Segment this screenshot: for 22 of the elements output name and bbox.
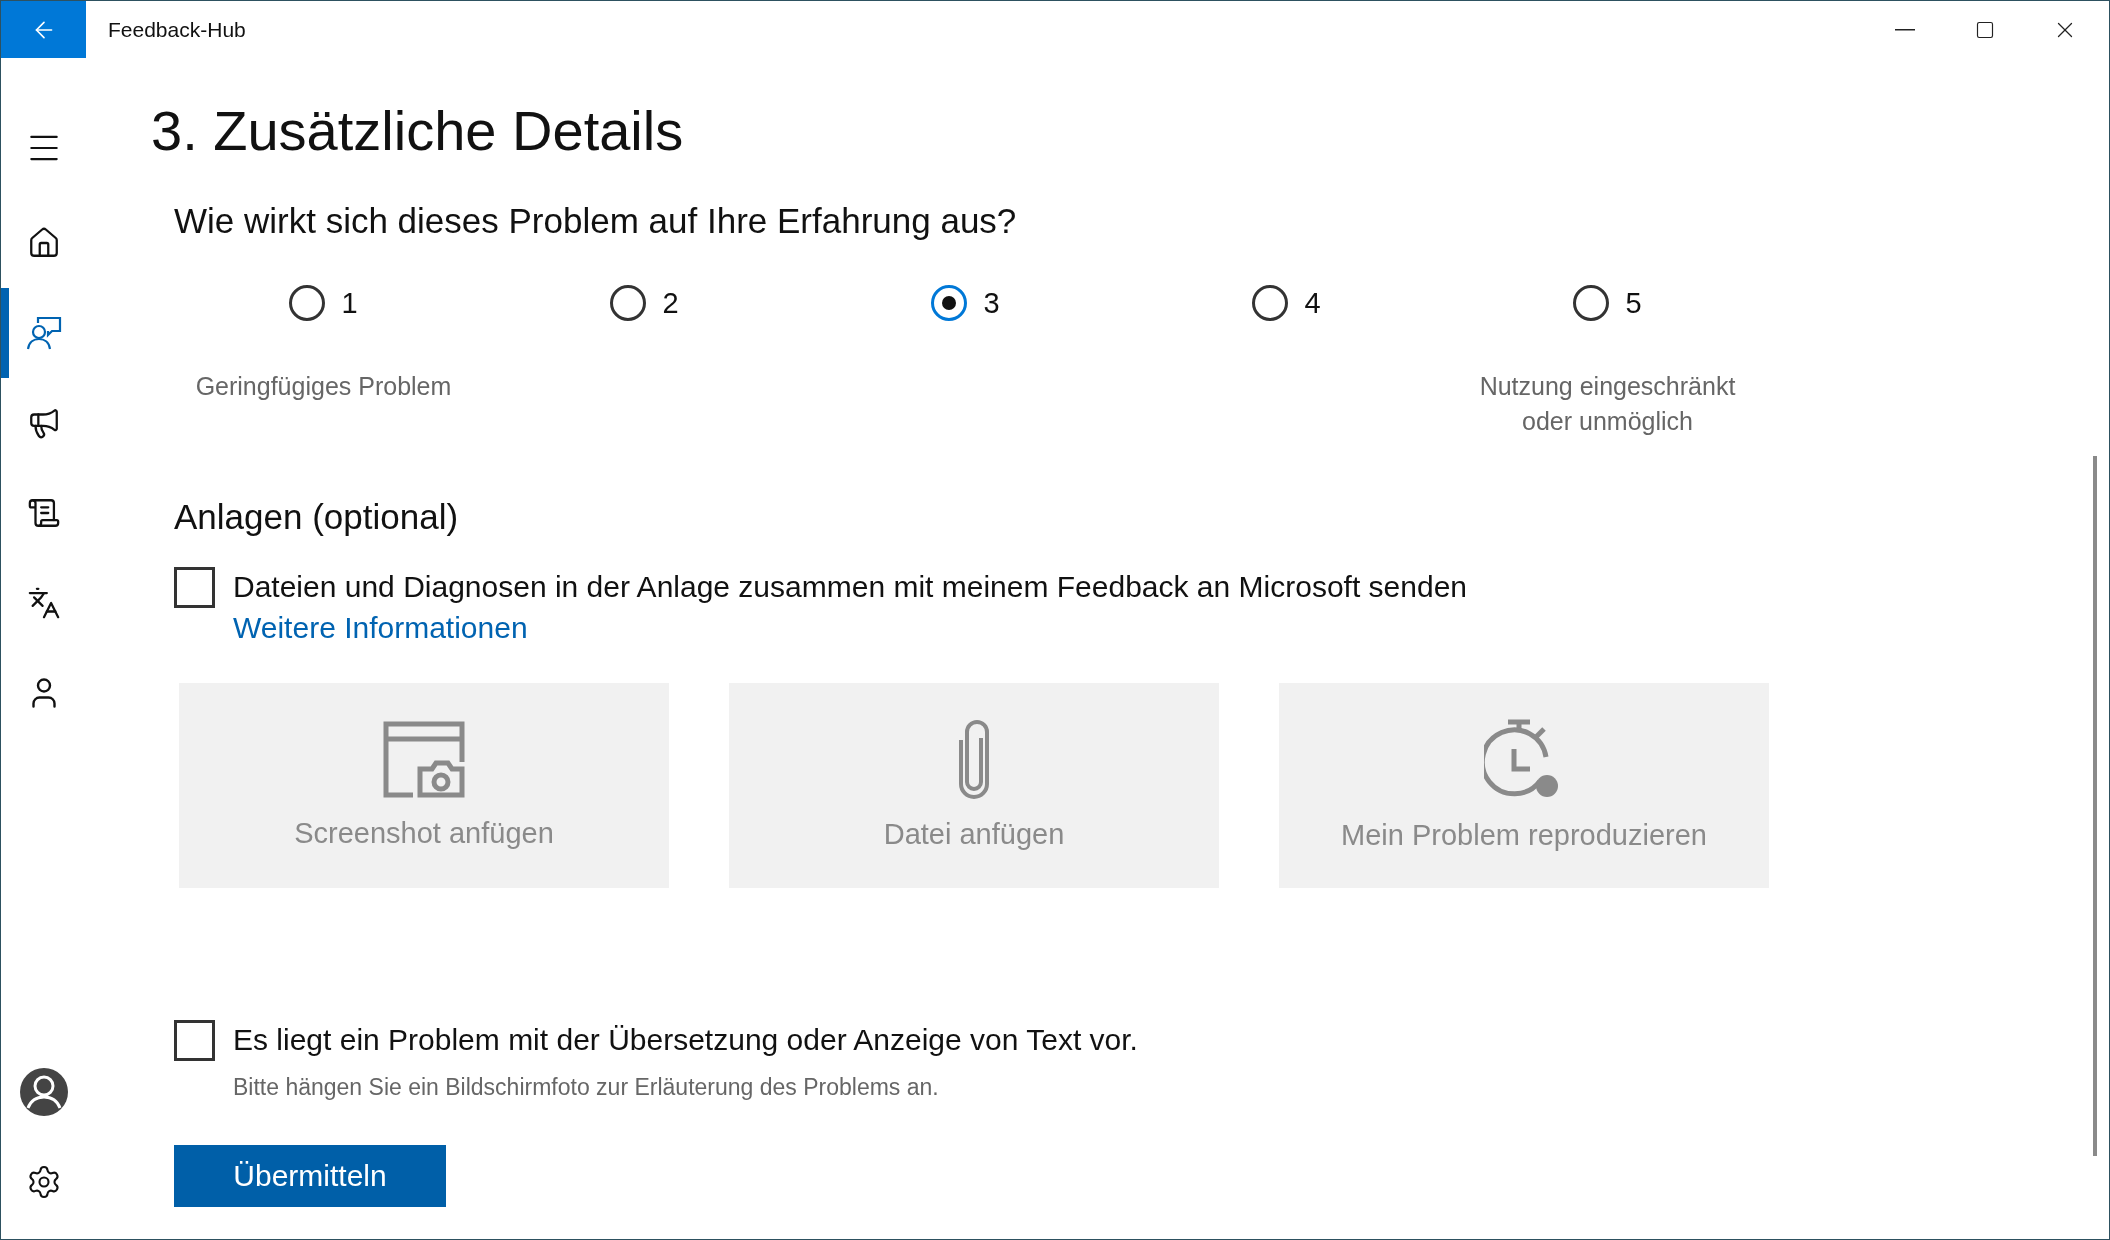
- more-info-link[interactable]: Weitere Informationen: [233, 607, 1467, 649]
- checkbox-label: Es liegt ein Problem mit der Übersetzung oder Anzeige von Text vor.: [233, 1022, 1138, 1058]
- section-heading: Anlagen (optional): [174, 497, 460, 537]
- window-title: Feedback-Hub: [108, 17, 247, 42]
- scroll-icon: [26, 496, 61, 530]
- language-icon: [26, 586, 61, 620]
- checkbox[interactable]: [174, 567, 215, 608]
- page-heading: 3. Zusätzliche Details: [151, 98, 685, 163]
- checkbox[interactable]: [174, 1020, 215, 1061]
- maximize-icon: [1975, 19, 1995, 40]
- rating-question: Wie wirkt sich dieses Problem auf Ihre Erfahrung aus?: [174, 201, 1018, 241]
- avatar-icon: [18, 1067, 69, 1117]
- checkbox-label: Dateien und Diagnosen in der Anlage zusammen mit meinem Feedback an Microsoft senden: [233, 569, 1467, 605]
- scrollbar[interactable]: [2093, 456, 2097, 1156]
- screenshot-icon: [383, 721, 465, 799]
- rating-caption: Nutzung eingeschränkt oder unmöglich: [1478, 371, 1737, 437]
- submit-button[interactable]: Übermitteln: [174, 1145, 446, 1207]
- minimize-icon: [1895, 28, 1915, 31]
- paperclip-icon: [957, 720, 991, 800]
- feedback-icon: [25, 315, 62, 351]
- hint-text: Bitte hängen Sie ein Bildschirmfoto zur Erläuterung des Problems an.: [233, 1074, 940, 1101]
- rating-caption: Geringfügiges Problem: [194, 371, 453, 402]
